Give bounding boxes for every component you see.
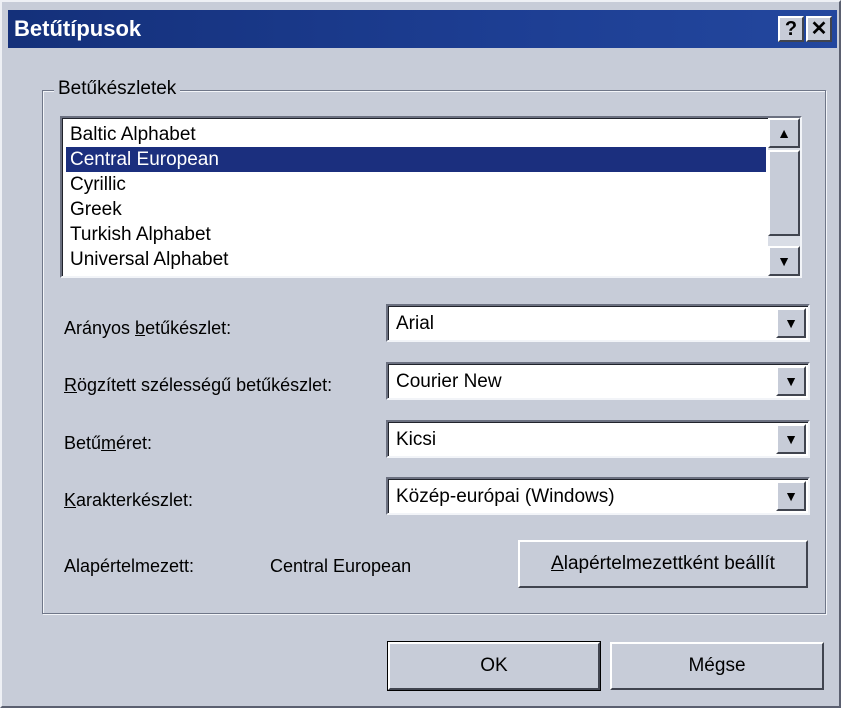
list-item-selected[interactable]: Central European xyxy=(66,147,766,172)
window-title: Betűtípusok xyxy=(14,16,142,41)
proportional-font-value: Arial xyxy=(396,313,435,334)
proportional-font-label: Arányos betűkészlet: xyxy=(64,318,232,338)
arrow-down-icon: ▼ xyxy=(777,253,791,269)
close-icon: ✕ xyxy=(810,18,828,40)
font-size-select[interactable]: Kicsi ▼ xyxy=(386,420,810,458)
help-icon: ? xyxy=(784,18,798,40)
charset-listbox[interactable]: Baltic Alphabet Central European Cyrilli… xyxy=(60,116,802,278)
charset-label: Karakterkészlet: xyxy=(64,490,194,510)
help-button[interactable]: ? xyxy=(778,16,804,42)
list-item[interactable]: Cyrillic xyxy=(66,172,766,197)
charsets-group-label: Betűkészletek xyxy=(54,78,181,100)
default-label: Alapértelmezett: xyxy=(64,556,195,576)
charset-select[interactable]: Közép-európai (Windows) ▼ xyxy=(386,477,810,515)
default-value: Central European xyxy=(270,556,412,576)
cancel-button[interactable]: Mégse xyxy=(610,642,824,690)
dropdown-button[interactable]: ▼ xyxy=(776,366,806,396)
dropdown-button[interactable]: ▼ xyxy=(776,481,806,511)
fixed-width-font-value: Courier New xyxy=(396,371,502,392)
list-item[interactable]: Universal Alphabet xyxy=(66,247,766,272)
dropdown-button[interactable]: ▼ xyxy=(776,308,806,338)
ok-button[interactable]: OK xyxy=(387,641,601,691)
chevron-down-icon: ▼ xyxy=(784,315,798,331)
fonts-dialog: Betűtípusok ? ✕ Betűkészletek Baltic Alp… xyxy=(0,0,841,708)
title-bar: Betűtípusok ? ✕ xyxy=(8,10,837,48)
font-size-value: Kicsi xyxy=(396,429,437,450)
chevron-down-icon: ▼ xyxy=(784,431,798,447)
chevron-down-icon: ▼ xyxy=(784,488,798,504)
close-button[interactable]: ✕ xyxy=(806,16,832,42)
set-default-button[interactable]: Alapértelmezettként beállít xyxy=(518,540,808,588)
list-item[interactable]: Turkish Alphabet xyxy=(66,222,766,247)
list-item[interactable]: Greek xyxy=(66,197,766,222)
fixed-width-font-select[interactable]: Courier New ▼ xyxy=(386,362,810,400)
dropdown-button[interactable]: ▼ xyxy=(776,424,806,454)
fixed-width-font-label: Rögzített szélességű betűkészlet: xyxy=(64,375,333,395)
scroll-thumb[interactable] xyxy=(768,150,800,236)
arrow-up-icon: ▲ xyxy=(777,125,791,141)
scroll-up-button[interactable]: ▲ xyxy=(768,118,800,148)
list-item[interactable]: Baltic Alphabet xyxy=(66,122,766,147)
chevron-down-icon: ▼ xyxy=(784,373,798,389)
vertical-scrollbar[interactable]: ▲ ▼ xyxy=(768,118,800,276)
scroll-down-button[interactable]: ▼ xyxy=(768,246,800,276)
font-size-label: Betűméret: xyxy=(64,433,153,453)
charset-value: Közép-európai (Windows) xyxy=(396,486,615,507)
proportional-font-select[interactable]: Arial ▼ xyxy=(386,304,810,342)
